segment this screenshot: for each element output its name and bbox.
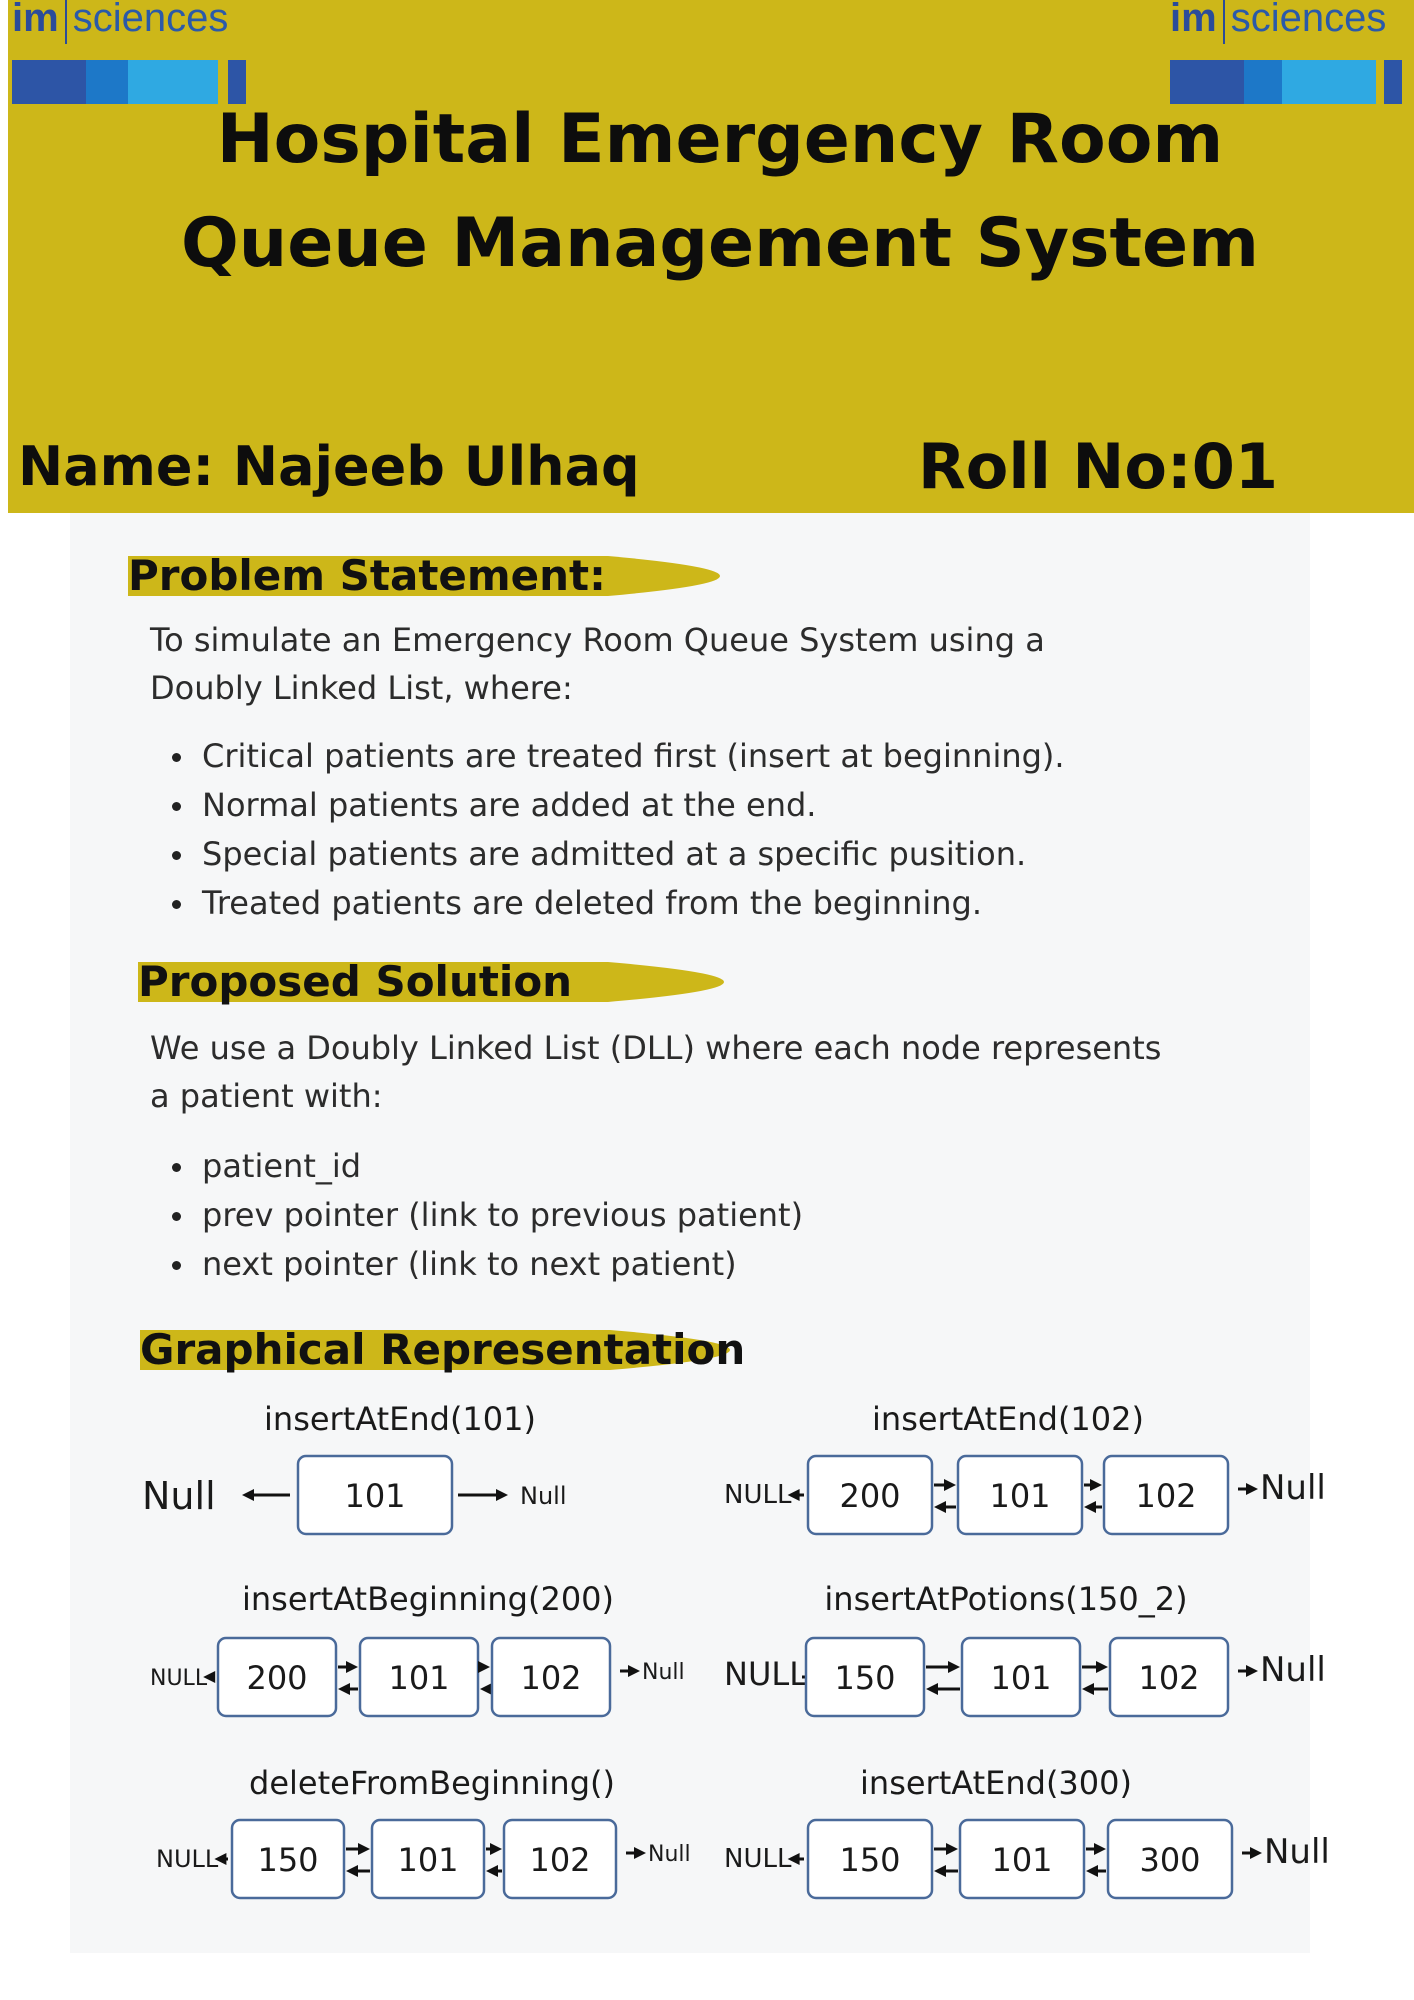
patient-id: 102	[1135, 1477, 1196, 1515]
next-pointer-arrow-head	[946, 1843, 958, 1855]
null-label-left: NULL	[724, 1480, 792, 1510]
null-label-left: Null	[142, 1474, 216, 1518]
next-pointer-arrow-head	[1096, 1661, 1108, 1673]
patient-id: 101	[991, 1841, 1052, 1879]
patient-id: 101	[989, 1477, 1050, 1515]
null-label-right: Null	[1260, 1650, 1326, 1690]
next-pointer-arrow-head	[478, 1661, 490, 1673]
next-pointer-arrow-head	[346, 1661, 358, 1673]
next-arrow-null-head	[1246, 1665, 1258, 1677]
linked-list-diagrams: insertAtEnd(101) Null 101 Null insertAtEnd(1…	[142, 1400, 1330, 1900]
next-arrow-null-head	[1250, 1847, 1262, 1859]
prev-pointer-arrow-head	[338, 1683, 350, 1695]
operation-label: deleteFromBeginning()	[249, 1764, 615, 1802]
next-pointer-arrow-head	[358, 1843, 370, 1855]
null-label-right: Null	[1264, 1832, 1330, 1872]
operation-label: insertAtBeginning(200)	[242, 1580, 614, 1618]
null-label-right: Null	[648, 1842, 691, 1867]
null-label-left: NULL	[724, 1844, 792, 1874]
patient-id: 200	[246, 1659, 307, 1697]
prev-pointer-arrow-head	[934, 1501, 946, 1513]
patient-id: 101	[990, 1659, 1051, 1697]
null-label-right: Null	[642, 1660, 685, 1685]
prev-pointer-arrow-head	[1082, 1683, 1094, 1695]
prev-pointer-arrow-head	[1086, 1865, 1098, 1877]
next-arrow-null-head	[1246, 1483, 1258, 1495]
patient-id: 101	[344, 1477, 405, 1515]
next-arrow-null-head	[496, 1489, 508, 1501]
prev-pointer-arrow-head	[346, 1865, 358, 1877]
next-pointer-arrow-head	[1094, 1843, 1106, 1855]
patient-id: 150	[257, 1841, 318, 1879]
patient-id: 102	[1138, 1659, 1199, 1697]
next-arrow-null-head	[634, 1847, 646, 1859]
patient-id: 200	[839, 1477, 900, 1515]
next-arrow-null-head	[628, 1665, 640, 1677]
prev-pointer-arrow-head	[486, 1865, 498, 1877]
null-label-right: Null	[1260, 1468, 1326, 1508]
patient-id: 101	[388, 1659, 449, 1697]
prev-pointer-arrow-head	[1084, 1501, 1096, 1513]
patient-id: 300	[1139, 1841, 1200, 1879]
next-pointer-arrow-head	[944, 1479, 956, 1491]
next-pointer-arrow-head	[490, 1843, 502, 1855]
operation-label: insertAtEnd(102)	[872, 1400, 1144, 1438]
patient-id: 101	[397, 1841, 458, 1879]
operation-label: insertAtEnd(300)	[860, 1764, 1132, 1802]
null-label-left: NULL	[724, 1655, 807, 1693]
operation-label: insertAtPotions(150_2)	[824, 1580, 1187, 1618]
null-label-right: Null	[520, 1482, 567, 1510]
prev-pointer-arrow-head	[480, 1683, 492, 1695]
null-label-left: NULL	[156, 1845, 219, 1873]
operation-label: insertAtEnd(101)	[264, 1400, 536, 1438]
next-pointer-arrow-head	[948, 1661, 960, 1673]
patient-id: 102	[529, 1841, 590, 1879]
prev-pointer-arrow-head	[934, 1865, 946, 1877]
next-pointer-arrow-head	[1090, 1479, 1102, 1491]
prev-pointer-arrow-head	[926, 1683, 938, 1695]
patient-id: 150	[839, 1841, 900, 1879]
null-label-left: NULL	[150, 1666, 208, 1691]
patient-id: 150	[834, 1659, 895, 1697]
patient-id: 102	[520, 1659, 581, 1697]
prev-arrow-null-head	[242, 1489, 254, 1501]
